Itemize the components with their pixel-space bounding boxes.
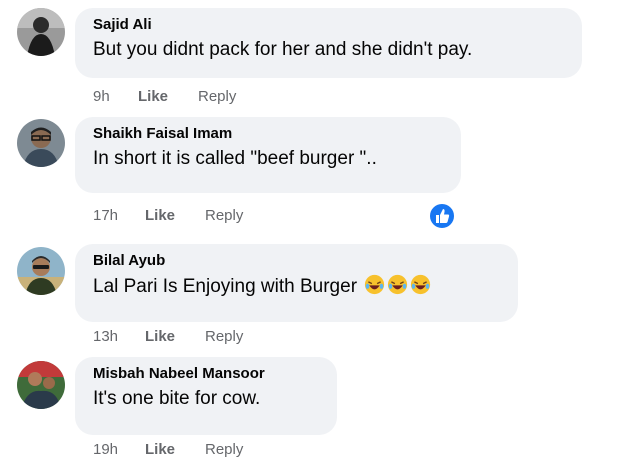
comment-actions: 9h Like Reply	[93, 88, 236, 105]
comment-timestamp[interactable]: 13h	[93, 328, 145, 345]
like-button[interactable]: Like	[145, 441, 205, 458]
like-reaction-icon[interactable]	[428, 202, 456, 230]
comment-author[interactable]: Bilal Ayub	[93, 252, 504, 270]
avatar[interactable]	[17, 361, 65, 409]
comment-bubble: Bilal Ayub Lal Pari Is Enjoying with Bur…	[75, 244, 518, 322]
comment-timestamp[interactable]: 17h	[93, 207, 145, 224]
comment-author[interactable]: Sajid Ali	[93, 16, 568, 34]
avatar[interactable]	[17, 119, 65, 167]
rolling-on-floor-laughing-icon	[411, 274, 431, 295]
rolling-on-floor-laughing-icon	[388, 274, 408, 295]
comment-text-body: Lal Pari Is Enjoying with Burger	[93, 276, 358, 297]
comment-timestamp[interactable]: 19h	[93, 441, 145, 458]
reply-button[interactable]: Reply	[205, 441, 243, 458]
comment-actions: 13h Like Reply	[93, 328, 243, 345]
like-button[interactable]: Like	[138, 88, 198, 105]
comment-bubble: Misbah Nabeel Mansoor It's one bite for …	[75, 357, 337, 435]
comment-text: It's one bite for cow.	[93, 388, 261, 409]
reply-button[interactable]: Reply	[205, 328, 243, 345]
comment-bubble: Shaikh Faisal Imam In short it is called…	[75, 117, 461, 193]
like-button[interactable]: Like	[145, 328, 205, 345]
avatar[interactable]	[17, 8, 65, 56]
comment-text: Lal Pari Is Enjoying with Burger	[93, 274, 504, 299]
comment-author[interactable]: Misbah Nabeel Mansoor	[93, 365, 323, 383]
comment-bubble: Sajid Ali But you didnt pack for her and…	[75, 8, 582, 78]
comment-actions: 19h Like Reply	[93, 441, 243, 458]
reply-button[interactable]: Reply	[198, 88, 236, 105]
avatar[interactable]	[17, 247, 65, 295]
reply-button[interactable]: Reply	[205, 207, 243, 224]
comment-timestamp[interactable]: 9h	[93, 88, 138, 105]
like-button[interactable]: Like	[145, 207, 205, 224]
rolling-on-floor-laughing-icon	[365, 274, 385, 295]
comment-actions: 17h Like Reply	[93, 207, 243, 224]
comment-author[interactable]: Shaikh Faisal Imam	[93, 125, 447, 143]
comment-text: In short it is called "beef burger "..	[93, 148, 377, 169]
comment-text: But you didnt pack for her and she didn'…	[93, 39, 473, 60]
